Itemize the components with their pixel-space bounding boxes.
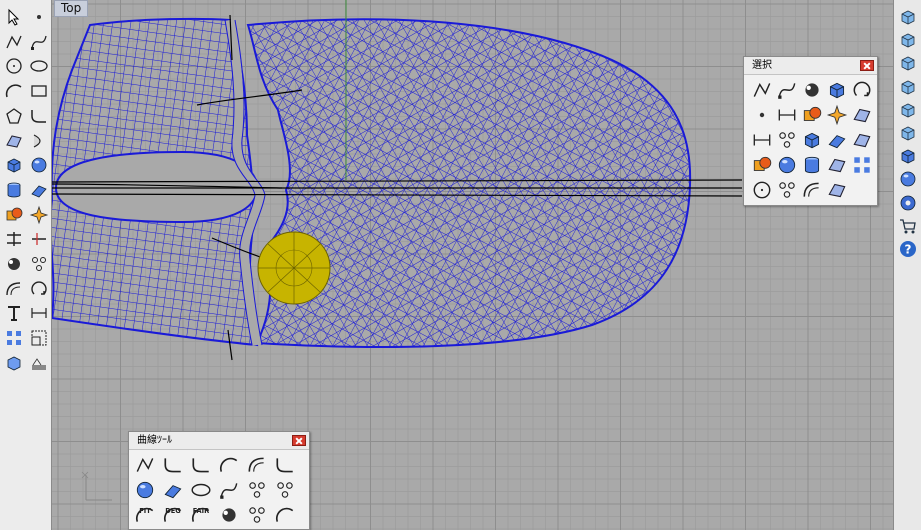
palette-title-bar[interactable]: 曲線ﾂｰﾙ — [129, 432, 309, 450]
split-icon[interactable] — [4, 229, 24, 249]
revolve-icon[interactable] — [29, 131, 49, 151]
close-icon[interactable] — [292, 435, 306, 446]
palette-title: 曲線ﾂｰﾙ — [137, 435, 172, 446]
convert-icon[interactable] — [274, 504, 296, 526]
trim-icon[interactable] — [29, 229, 49, 249]
boolean-icon[interactable] — [4, 205, 24, 225]
close-curve-icon[interactable] — [134, 479, 156, 501]
select-dots-icon[interactable] — [776, 129, 798, 151]
chamfer-curves-icon[interactable] — [190, 454, 212, 476]
box-icon[interactable] — [4, 155, 24, 175]
ellipse-icon[interactable] — [29, 56, 49, 76]
view-top-icon[interactable] — [898, 7, 918, 27]
fillet-curves-icon[interactable] — [162, 454, 184, 476]
group-icon[interactable] — [29, 254, 49, 274]
text-icon[interactable] — [4, 303, 24, 323]
rectangle-icon[interactable] — [29, 81, 49, 101]
select-layer-icon[interactable] — [826, 179, 848, 201]
select-meshes-icon[interactable] — [851, 104, 873, 126]
undo-selection-icon[interactable] — [851, 79, 873, 101]
change-degree-icon[interactable]: DEG — [162, 504, 184, 526]
scale-icon[interactable] — [29, 328, 49, 348]
shade-icon[interactable] — [898, 146, 918, 166]
select-all-icon[interactable] — [801, 79, 823, 101]
select-surfaces-icon[interactable] — [826, 79, 848, 101]
render-settings-icon[interactable] — [898, 193, 918, 213]
curve-offset-icon[interactable] — [4, 279, 24, 299]
array-icon[interactable] — [4, 328, 24, 348]
polyline-icon[interactable] — [4, 32, 24, 52]
selected-sphere[interactable] — [257, 231, 331, 305]
svg-text:?: ? — [905, 243, 912, 257]
help-icon[interactable]: ? — [898, 239, 918, 259]
select-points-icon[interactable] — [751, 79, 773, 101]
edit-points-icon[interactable] — [246, 504, 268, 526]
viewport-title[interactable]: Top — [54, 0, 89, 17]
adjust-seam-icon[interactable] — [274, 454, 296, 476]
snapshot-icon[interactable] — [4, 353, 24, 373]
select-polysurfaces-icon[interactable] — [801, 104, 823, 126]
select-chain-icon[interactable] — [801, 179, 823, 201]
palette-title-bar[interactable]: 選択 — [744, 57, 877, 75]
select-lights-icon[interactable] — [751, 104, 773, 126]
select-color-icon[interactable] — [826, 104, 848, 126]
offset-curve-icon[interactable] — [162, 479, 184, 501]
select-cylinders-icon[interactable] — [801, 154, 823, 176]
curve-boolean-icon[interactable] — [218, 504, 240, 526]
select-annotations-icon[interactable] — [751, 129, 773, 151]
curve-tools-palette[interactable]: 曲線ﾂｰﾙ FIT DEG FAIR — [128, 431, 310, 530]
extrude-icon[interactable] — [29, 180, 49, 200]
selection-palette[interactable]: 選択 — [743, 56, 878, 206]
select-hatch-icon[interactable] — [776, 179, 798, 201]
fillet-curve-icon[interactable] — [29, 106, 49, 126]
view-perspective-icon[interactable] — [898, 77, 918, 97]
blend-curve-icon[interactable] — [218, 454, 240, 476]
rendered-icon[interactable] — [898, 169, 918, 189]
select-arrow-icon[interactable] — [4, 7, 24, 27]
select-spirals-icon[interactable] — [751, 179, 773, 201]
select-cones-icon[interactable] — [826, 129, 848, 151]
right-toolbar: ? — [893, 0, 921, 530]
polygon-icon[interactable] — [4, 106, 24, 126]
close-icon[interactable] — [860, 60, 874, 71]
arc-icon[interactable] — [4, 81, 24, 101]
select-spheres-icon[interactable] — [776, 154, 798, 176]
render-icon[interactable] — [29, 353, 49, 373]
properties-icon[interactable] — [898, 123, 918, 143]
join-icon[interactable] — [4, 254, 24, 274]
select-grid-icon[interactable] — [851, 154, 873, 176]
select-planes-icon[interactable] — [851, 129, 873, 151]
left-toolbar — [0, 0, 52, 530]
fit-curve-icon[interactable]: FIT — [134, 504, 156, 526]
view-right-icon[interactable] — [898, 53, 918, 73]
surface-from-points-icon[interactable] — [4, 131, 24, 151]
rotate-icon[interactable] — [29, 279, 49, 299]
palette-title: 選択 — [752, 60, 772, 71]
select-curves-icon[interactable] — [776, 79, 798, 101]
cart-icon[interactable] — [898, 216, 918, 236]
extend-arc-icon[interactable] — [190, 479, 212, 501]
match-curve-icon[interactable] — [246, 454, 268, 476]
circle-icon[interactable] — [4, 56, 24, 76]
rebuild-icon[interactable] — [274, 479, 296, 501]
select-blocks-icon[interactable] — [801, 129, 823, 151]
point-icon[interactable] — [29, 7, 49, 27]
dimension-icon[interactable] — [29, 303, 49, 323]
curve-connect-icon[interactable] — [218, 479, 240, 501]
world-axis-icon — [81, 471, 112, 501]
layers-icon[interactable] — [898, 100, 918, 120]
explode-icon[interactable] — [29, 205, 49, 225]
view-front-icon[interactable] — [898, 30, 918, 50]
cylinder-icon[interactable] — [4, 180, 24, 200]
control-point-curve-icon[interactable] — [29, 32, 49, 52]
select-lines-icon[interactable] — [776, 104, 798, 126]
fair-curve-icon[interactable]: FAIR — [190, 504, 212, 526]
sphere-icon[interactable] — [29, 155, 49, 175]
select-boxes-icon[interactable] — [826, 154, 848, 176]
extend-curve-icon[interactable] — [134, 454, 156, 476]
select-grips-icon[interactable] — [751, 154, 773, 176]
simplify-icon[interactable] — [246, 479, 268, 501]
